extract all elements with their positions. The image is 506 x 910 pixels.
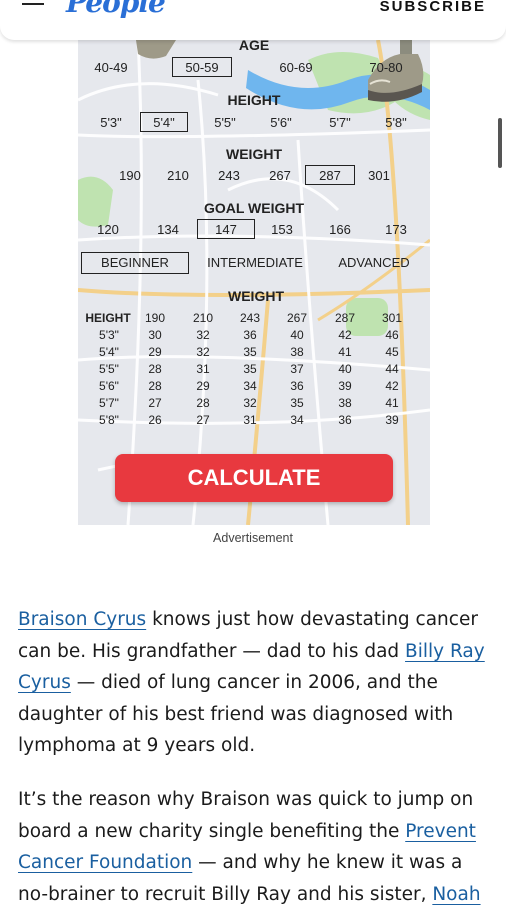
- table-row-label: 5'4": [99, 345, 119, 359]
- table-cell: 28: [148, 362, 162, 376]
- table-row-label: 5'8": [99, 413, 119, 427]
- table-cell: 42: [338, 328, 352, 342]
- level-option-advanced[interactable]: ADVANCED: [338, 255, 409, 270]
- weight-option[interactable]: 267: [269, 168, 291, 183]
- age-option[interactable]: 40-49: [94, 60, 127, 75]
- height-heading: HEIGHT: [227, 92, 281, 108]
- weight-option[interactable]: 301: [368, 168, 390, 183]
- age-option[interactable]: 50-59: [185, 60, 218, 75]
- table-cell: 34: [290, 413, 304, 427]
- advertisement-label: Advertisement: [213, 531, 293, 545]
- menu-icon[interactable]: [22, 0, 44, 14]
- height-option[interactable]: 5'4": [153, 115, 175, 130]
- table-row-label: 5'7": [99, 396, 119, 410]
- goal-weight-option[interactable]: 166: [329, 222, 351, 237]
- height-option[interactable]: 5'6": [270, 115, 292, 130]
- table-corner-label: HEIGHT: [85, 311, 131, 325]
- table-weight-heading: WEIGHT: [228, 288, 284, 304]
- table-cell: 32: [243, 396, 257, 410]
- table-cell: 36: [338, 413, 352, 427]
- table-cell: 39: [385, 413, 399, 427]
- table-cell: 44: [385, 362, 399, 376]
- age-option[interactable]: 60-69: [279, 60, 312, 75]
- table-cell: 42: [385, 379, 399, 393]
- goal-weight-option[interactable]: 120: [97, 222, 119, 237]
- table-row-label: 5'5": [99, 362, 119, 376]
- goal-weight-option[interactable]: 134: [157, 222, 179, 237]
- level-option-beginner[interactable]: BEGINNER: [101, 255, 169, 270]
- table-cell: 41: [338, 345, 352, 359]
- goal-weight-option[interactable]: 153: [271, 222, 293, 237]
- table-cell: 29: [196, 379, 210, 393]
- height-option[interactable]: 5'5": [214, 115, 236, 130]
- table-col-header: 243: [239, 311, 261, 325]
- table-cell: 37: [290, 362, 304, 376]
- weight-option[interactable]: 190: [119, 168, 141, 183]
- table-col-header: 301: [381, 311, 403, 325]
- table-cell: 32: [196, 328, 210, 342]
- table-cell: 30: [148, 328, 162, 342]
- table-cell: 35: [290, 396, 304, 410]
- table-cell: 36: [243, 328, 257, 342]
- table-cell: 28: [196, 396, 210, 410]
- weight-option[interactable]: 287: [319, 168, 341, 183]
- height-option[interactable]: 5'7": [329, 115, 351, 130]
- table-cell: 38: [290, 345, 304, 359]
- goal-weight-option[interactable]: 147: [215, 222, 237, 237]
- table-cell: 38: [338, 396, 352, 410]
- people-logo[interactable]: People: [66, 0, 166, 19]
- advertisement-banner[interactable]: AGE 40-49 50-59 60-69 70-80 HEIGHT 5'3" …: [78, 40, 430, 525]
- article-paragraph-1: Braison Cyrus knows just how devastating…: [18, 604, 488, 762]
- table-row-label: 5'6": [99, 379, 119, 393]
- table-cell: 35: [243, 362, 257, 376]
- weight-option[interactable]: 210: [167, 168, 189, 183]
- link-braison-cyrus[interactable]: Braison Cyrus: [18, 609, 146, 630]
- table-cell: 34: [243, 379, 257, 393]
- table-cell: 35: [243, 345, 257, 359]
- table-cell: 46: [385, 328, 399, 342]
- calculate-button[interactable]: CALCULATE: [115, 454, 393, 502]
- height-option[interactable]: 5'8": [385, 115, 407, 130]
- age-option[interactable]: 70-80: [369, 60, 402, 75]
- table-row-label: 5'3": [99, 328, 119, 342]
- table-cell: 45: [385, 345, 399, 359]
- table-col-header: 210: [192, 311, 214, 325]
- goal-weight-option[interactable]: 173: [385, 222, 407, 237]
- weight-option[interactable]: 243: [218, 168, 240, 183]
- table-cell: 27: [148, 396, 162, 410]
- goal-weight-heading: GOAL WEIGHT: [203, 200, 305, 216]
- table-cell: 27: [196, 413, 210, 427]
- site-header: People SUBSCRIBE: [0, 0, 506, 40]
- link-noah[interactable]: Noah: [432, 884, 480, 905]
- table-cell: 40: [338, 362, 352, 376]
- table-cell: 31: [196, 362, 210, 376]
- subscribe-link[interactable]: SUBSCRIBE: [380, 0, 486, 15]
- table-cell: 40: [290, 328, 304, 342]
- table-col-header: 267: [286, 311, 308, 325]
- table-cell: 39: [338, 379, 352, 393]
- table-col-header: 190: [144, 311, 166, 325]
- table-cell: 28: [148, 379, 162, 393]
- table-cell: 29: [148, 345, 162, 359]
- height-option[interactable]: 5'3": [100, 115, 122, 130]
- paragraph-text: — died of lung cancer in 2006, and the d…: [18, 672, 454, 756]
- article-paragraph-2: It’s the reason why Braison was quick to…: [18, 784, 488, 910]
- level-option-intermediate[interactable]: INTERMEDIATE: [207, 255, 303, 270]
- table-cell: 26: [148, 413, 162, 427]
- weight-heading: WEIGHT: [226, 146, 282, 162]
- table-cell: 32: [196, 345, 210, 359]
- age-heading: AGE: [238, 40, 270, 53]
- scrollbar-thumb[interactable]: [498, 118, 502, 168]
- table-cell: 31: [243, 413, 257, 427]
- table-cell: 36: [290, 379, 304, 393]
- table-col-header: 287: [334, 311, 356, 325]
- table-cell: 41: [385, 396, 399, 410]
